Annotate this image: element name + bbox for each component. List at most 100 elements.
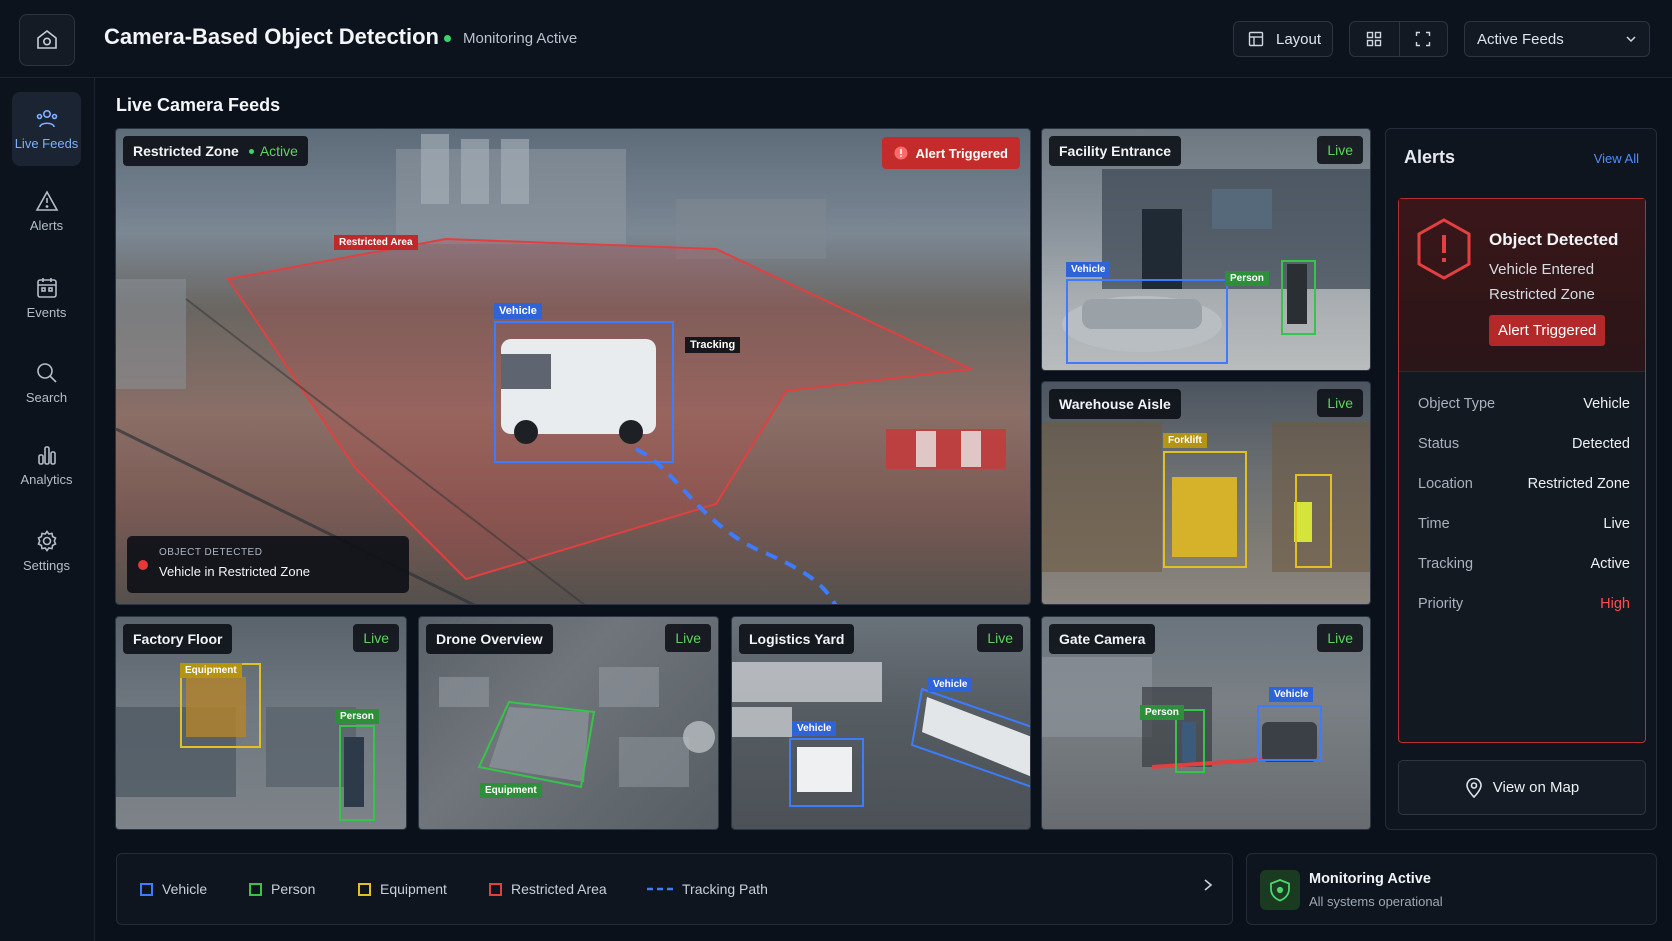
detail-value: Detected bbox=[1571, 436, 1630, 452]
legend-label: Restricted Area bbox=[511, 881, 607, 897]
camera-home-icon[interactable] bbox=[19, 14, 75, 66]
view-on-map-button[interactable]: View on Map bbox=[1398, 760, 1646, 815]
calendar-icon bbox=[36, 277, 57, 298]
van-detection-box[interactable] bbox=[789, 738, 864, 807]
sidebar-item-events[interactable]: Events bbox=[12, 261, 81, 335]
fullscreen-icon bbox=[1416, 31, 1431, 47]
gear-icon bbox=[36, 529, 57, 552]
worker-detection-box[interactable] bbox=[1295, 474, 1332, 568]
app-title: Camera-Based Object Detection bbox=[104, 24, 439, 49]
chevron-right-icon[interactable] bbox=[1202, 878, 1214, 892]
person-detection-box[interactable] bbox=[1281, 260, 1316, 335]
camera-feed-gate-camera[interactable]: Person Vehicle Gate Camera Live bbox=[1041, 616, 1371, 830]
person-detection-box[interactable] bbox=[339, 725, 375, 821]
bar-chart-icon bbox=[37, 445, 56, 465]
detail-key: Priority bbox=[1418, 596, 1464, 612]
live-badge: Live bbox=[1317, 624, 1363, 652]
forklift-detection-box[interactable] bbox=[1163, 451, 1247, 568]
camera-feed-logistics-yard[interactable]: Vehicle Vehicle Logistics Yard Live bbox=[731, 616, 1031, 830]
alert-triggered-label: Alert Triggered bbox=[915, 145, 1008, 161]
feed-label: Restricted Zone Active bbox=[123, 136, 308, 166]
detail-row-time: Time Live bbox=[1418, 516, 1630, 532]
alerts-panel: Alerts View All Object Detected Vehicle … bbox=[1385, 128, 1657, 830]
feed-name: Logistics Yard bbox=[749, 631, 845, 647]
camera-feed-warehouse-aisle[interactable]: Forklift Warehouse Aisle Live bbox=[1041, 381, 1371, 605]
dashed-line-icon bbox=[647, 887, 673, 891]
detail-key: Time bbox=[1418, 516, 1450, 532]
feed-name: Factory Floor bbox=[133, 631, 223, 647]
feed-label: Warehouse Aisle bbox=[1049, 389, 1181, 419]
alert-triggered-badge[interactable]: Alert Triggered bbox=[881, 137, 1020, 169]
live-badge: Live bbox=[1317, 136, 1363, 164]
active-feeds-dropdown[interactable]: Active Feeds bbox=[1464, 21, 1650, 57]
detail-key: Tracking bbox=[1418, 556, 1474, 572]
vehicle-tag: Vehicle bbox=[494, 303, 542, 319]
grid-view-button[interactable] bbox=[1350, 22, 1399, 56]
warning-icon bbox=[35, 189, 58, 211]
detail-value: Live bbox=[1603, 516, 1630, 532]
alert-dot-icon bbox=[138, 560, 148, 570]
monitoring-status: Monitoring Active bbox=[444, 30, 577, 47]
tracking-tag: Tracking bbox=[685, 337, 741, 353]
sidebar-item-settings[interactable]: Settings bbox=[12, 514, 81, 588]
sidebar-item-label: Live Feeds bbox=[14, 135, 79, 151]
sidebar-item-live-feeds[interactable]: Live Feeds bbox=[12, 92, 81, 166]
equipment-tag: Equipment bbox=[480, 783, 542, 798]
sidebar-item-search[interactable]: Search bbox=[12, 346, 81, 420]
vehicle-tag: Vehicle bbox=[1269, 687, 1314, 702]
equipment-swatch-icon bbox=[358, 882, 371, 896]
system-status-title: Monitoring Active bbox=[1309, 871, 1431, 887]
fullscreen-button[interactable] bbox=[1398, 22, 1448, 56]
person-tag: Person bbox=[1140, 705, 1184, 720]
feed-name: Drone Overview bbox=[436, 631, 543, 647]
view-all-link[interactable]: View All bbox=[1594, 151, 1639, 166]
alert-triggered-button[interactable]: Alert Triggered bbox=[1489, 315, 1606, 346]
status-dot-icon bbox=[444, 35, 451, 42]
search-icon bbox=[36, 362, 57, 383]
sidebar-item-alerts[interactable]: Alerts bbox=[12, 174, 81, 248]
sidebar-item-label: Search bbox=[25, 389, 68, 405]
sidebar-item-label: Analytics bbox=[20, 471, 73, 487]
app-header: Camera-Based Object Detection Monitoring… bbox=[0, 0, 1672, 78]
detail-row-tracking: Tracking Active bbox=[1418, 556, 1630, 572]
detail-key: Status bbox=[1418, 436, 1460, 452]
equipment-tag: Equipment bbox=[180, 663, 242, 678]
detail-row-location: Location Restricted Zone bbox=[1418, 476, 1630, 492]
camera-feed-facility-entrance[interactable]: Vehicle Person Facility Entrance Live bbox=[1041, 128, 1371, 371]
vehicle-detection-box[interactable] bbox=[1257, 705, 1322, 761]
monitoring-status-label: Monitoring Active bbox=[463, 30, 578, 47]
object-detected-panel: OBJECT DETECTED Vehicle in Restricted Zo… bbox=[127, 536, 409, 593]
vehicle-detection-box[interactable] bbox=[1066, 279, 1228, 364]
feed-label: Drone Overview bbox=[426, 624, 553, 654]
detail-row-priority: Priority High bbox=[1418, 596, 1630, 612]
feed-state: Active bbox=[248, 143, 298, 159]
alert-icon bbox=[894, 146, 908, 160]
section-title: Live Camera Feeds bbox=[116, 95, 281, 115]
camera-feed-drone-overview[interactable]: Equipment Drone Overview Live bbox=[418, 616, 719, 830]
active-feeds-label: Active Feeds bbox=[1477, 30, 1564, 48]
alert-card-title: Object Detected bbox=[1489, 230, 1619, 249]
object-detected-caption: OBJECT DETECTED bbox=[159, 547, 263, 558]
vehicle-tag: Vehicle bbox=[1066, 262, 1111, 277]
system-status-subtitle: All systems operational bbox=[1309, 894, 1443, 909]
camera-feed-restricted-zone[interactable]: Vehicle Tracking Restricted Area Restric… bbox=[115, 128, 1031, 605]
legend-item-restricted-area: Restricted Area bbox=[489, 881, 607, 897]
camera-feed-factory-floor[interactable]: Equipment Person Factory Floor Live bbox=[115, 616, 407, 830]
layout-button[interactable]: Layout bbox=[1233, 21, 1333, 57]
shield-icon bbox=[1260, 870, 1300, 910]
legend-item-tracking-path: Tracking Path bbox=[647, 881, 768, 897]
layout-button-label: Layout bbox=[1276, 30, 1322, 48]
active-dot-icon bbox=[248, 148, 254, 154]
detail-value: High bbox=[1600, 596, 1630, 612]
feed-name: Restricted Zone bbox=[133, 143, 239, 159]
vehicle-detection-box[interactable] bbox=[494, 321, 674, 463]
live-badge: Live bbox=[1317, 389, 1363, 417]
feed-label: Logistics Yard bbox=[739, 624, 855, 654]
chevron-down-icon bbox=[1626, 36, 1636, 43]
legend-label: Vehicle bbox=[162, 881, 208, 897]
legend-item-vehicle: Vehicle bbox=[140, 881, 207, 897]
feed-name: Warehouse Aisle bbox=[1059, 396, 1171, 412]
legend-label: Person bbox=[271, 881, 316, 897]
sidebar-item-analytics[interactable]: Analytics bbox=[12, 428, 81, 502]
alert-card[interactable]: Object Detected Vehicle Entered Restrict… bbox=[1398, 198, 1646, 743]
